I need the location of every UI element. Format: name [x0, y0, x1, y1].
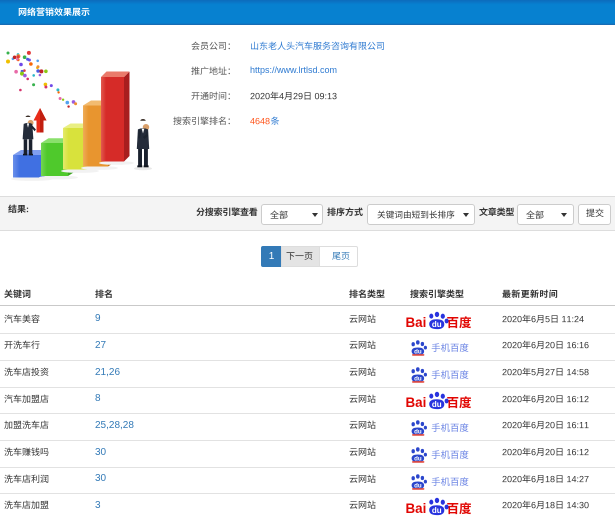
svg-text:Bai: Bai — [406, 314, 426, 329]
svg-text:Bai: Bai — [406, 501, 426, 516]
svg-text:du: du — [432, 506, 442, 515]
svg-text:du: du — [432, 400, 442, 409]
svg-text:du: du — [432, 320, 442, 329]
svg-text:Bai: Bai — [406, 394, 426, 409]
